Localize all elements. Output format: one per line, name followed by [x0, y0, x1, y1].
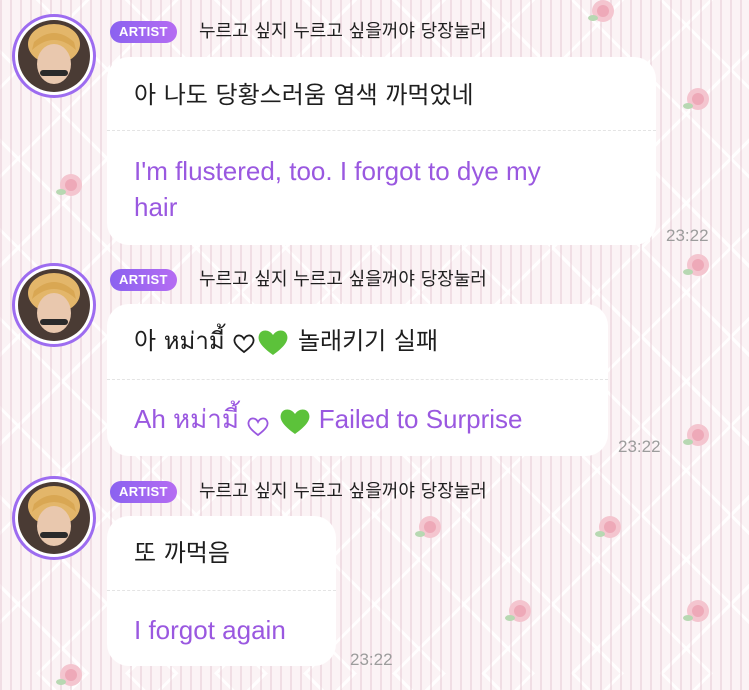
rose-icon [683, 254, 709, 276]
avatar-photo [18, 20, 90, 92]
rose-icon [505, 600, 531, 622]
rose-icon [415, 516, 441, 538]
translation-text: I forgot again [134, 615, 286, 645]
outline-heart-icon [232, 331, 256, 354]
rose-icon [683, 600, 709, 622]
bubble-divider [107, 379, 608, 380]
rose-icon [56, 664, 82, 686]
translation-part: Failed to Surprise [318, 404, 523, 434]
original-text-part: 아 หม่ามี้ [134, 327, 225, 355]
rose-icon [683, 424, 709, 446]
bubble-divider [107, 130, 656, 131]
artist-name: 누르고 싶지 누르고 싶을꺼야 당장눌러 [199, 481, 487, 502]
avatar-photo [18, 269, 90, 341]
artist-avatar[interactable] [12, 263, 96, 347]
original-text: 아 หม่ามี้ 놀래키기 실패 [134, 326, 438, 357]
rose-icon [588, 0, 614, 22]
message-bubble[interactable]: 아 หม่ามี้ 놀래키기 실패 Ah หม่ามี้ Failed to S… [107, 304, 608, 456]
rose-icon [595, 516, 621, 538]
message-bubble[interactable]: 아 나도 당황스러움 염색 까먹었네 I'm flustered, too. I… [107, 57, 656, 245]
message-time: 23:22 [666, 226, 709, 245]
green-heart-icon [278, 406, 312, 436]
translation-line: I'm flustered, too. I forgot to dye my [134, 156, 541, 186]
translation-text: Ah หม่ามี้ Failed to Surprise [134, 401, 523, 437]
message-bubble[interactable]: 또 까먹음 I forgot again [107, 516, 336, 666]
original-text: 또 까먹음 [134, 539, 230, 567]
artist-name: 누르고 싶지 누르고 싶을꺼야 당장눌러 [199, 269, 487, 290]
rose-icon [56, 174, 82, 196]
avatar-photo [18, 482, 90, 554]
translation-part: Ah หม่ามี้ [134, 404, 240, 434]
artist-avatar[interactable] [12, 476, 96, 560]
artist-badge: ARTIST [110, 21, 177, 43]
green-heart-icon [256, 327, 290, 357]
outline-heart-icon [246, 410, 270, 437]
bubble-divider [107, 590, 336, 591]
message-time: 23:22 [618, 437, 661, 456]
artist-avatar[interactable] [12, 14, 96, 98]
artist-name: 누르고 싶지 누르고 싶을꺼야 당장눌러 [199, 21, 487, 42]
rose-icon [683, 88, 709, 110]
original-text: 아 나도 당황스러움 염색 까먹었네 [134, 81, 474, 109]
artist-badge: ARTIST [110, 481, 177, 503]
translation-line: hair [134, 192, 178, 222]
message-time: 23:22 [350, 650, 393, 669]
translation-text: I'm flustered, too. I forgot to dye my h… [134, 153, 541, 225]
artist-badge: ARTIST [110, 269, 177, 291]
original-text-part: 놀래키기 실패 [297, 327, 439, 355]
